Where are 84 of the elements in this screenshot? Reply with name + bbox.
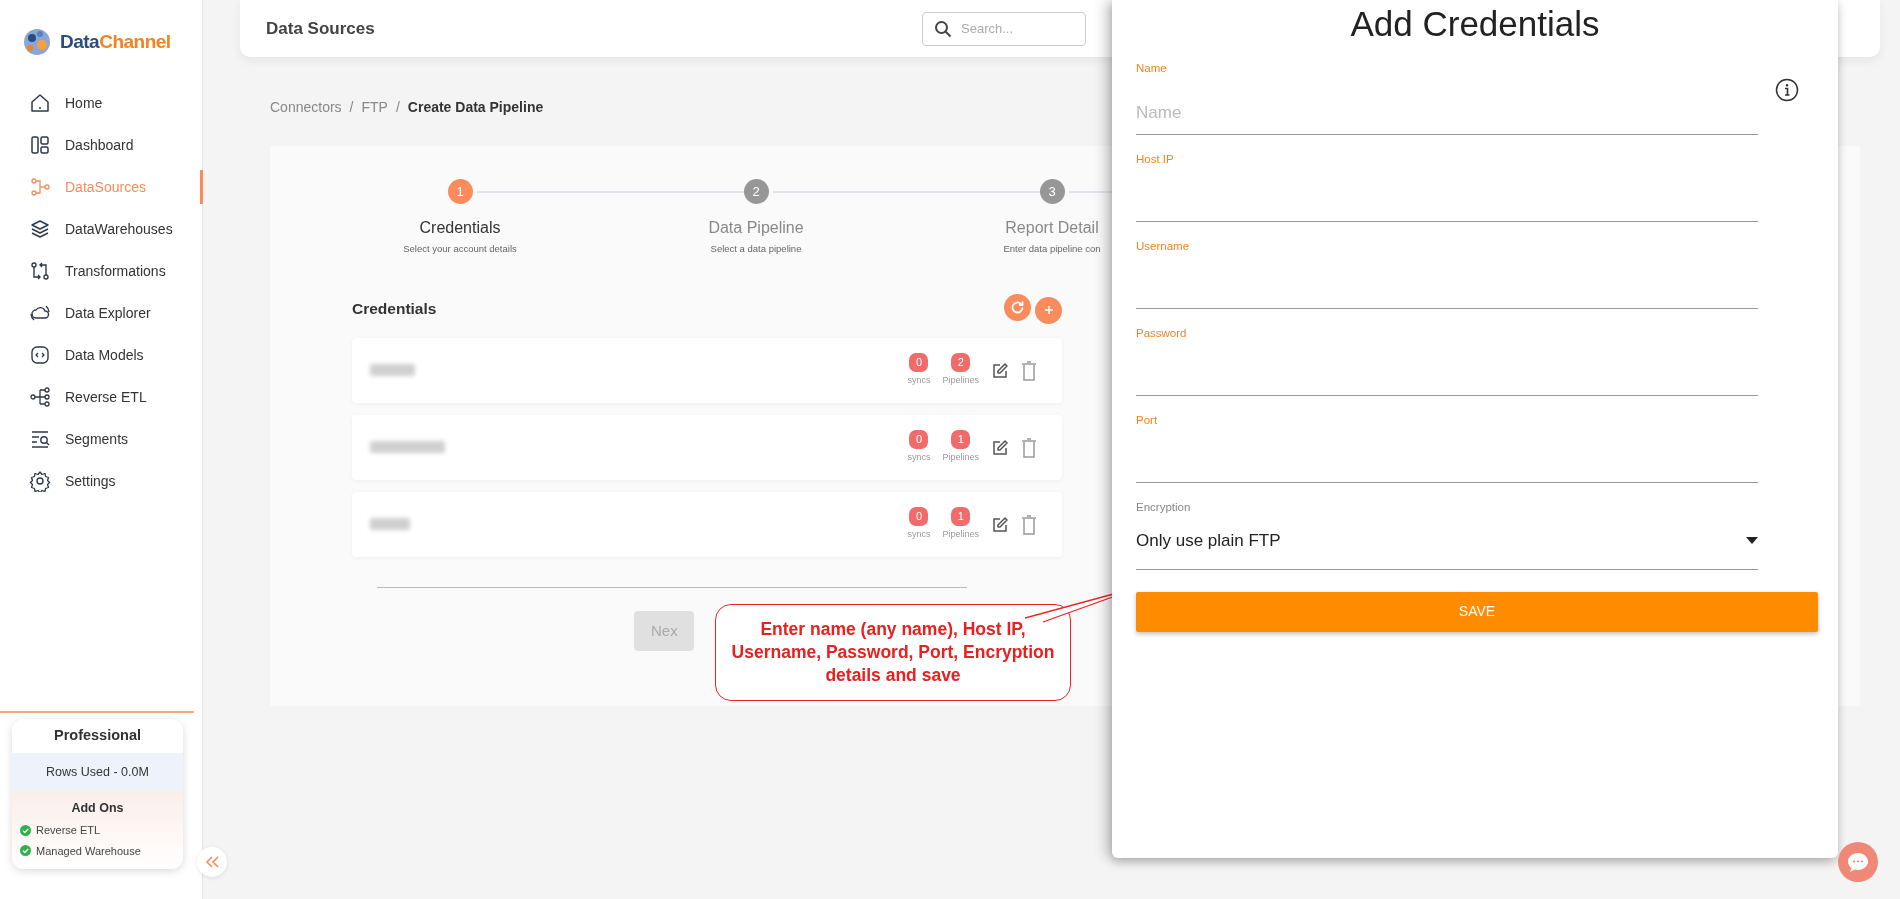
code-icon	[29, 344, 51, 366]
delete-button[interactable]	[1021, 512, 1037, 537]
chat-button[interactable]	[1838, 842, 1878, 882]
pipelines-label: Pipelines	[942, 451, 979, 464]
search-field[interactable]: Search...	[922, 11, 1086, 46]
double-chevron-left-icon	[204, 855, 220, 869]
dashboard-icon	[29, 134, 51, 156]
select-field[interactable]: Encryption Only use plain FTP	[1136, 482, 1758, 570]
collapse-button[interactable]	[197, 847, 227, 877]
redacted-name	[370, 518, 410, 531]
drawer-title: Add Credentials	[1349, 3, 1601, 45]
pipelines-label: Pipelines	[942, 528, 979, 541]
pipelines-count: 1	[951, 507, 971, 526]
section-title: Credentials	[352, 299, 437, 320]
step-subtitle: Enter data pipeline con	[1003, 242, 1101, 256]
chat-bubble-icon	[1846, 851, 1870, 873]
field-label: Name	[1136, 60, 1168, 76]
refresh-icon	[1010, 300, 1025, 316]
logo-text: DataChannel	[60, 29, 171, 54]
pipelines-label: Pipelines	[942, 374, 979, 387]
sidebar-item[interactable]: Transformations	[0, 250, 202, 292]
delete-button[interactable]	[1021, 435, 1037, 460]
dropdown-caret-icon	[1746, 537, 1758, 545]
swap-icon	[29, 260, 51, 282]
syncs-label: syncs	[907, 451, 931, 464]
field-label: Host IP	[1136, 151, 1175, 167]
step-subtitle: Select a data pipeline	[710, 242, 802, 256]
info-icon	[1775, 78, 1799, 102]
redacted-name	[370, 364, 415, 377]
sidebar-item[interactable]: Segments	[0, 418, 202, 460]
sidebar-item[interactable]: DataWarehouses	[0, 208, 202, 250]
field-label: Encryption	[1136, 499, 1192, 515]
syncs-label: syncs	[907, 528, 931, 541]
addon-label: Reverse ETL	[36, 823, 101, 838]
branch-icon	[29, 176, 51, 198]
pipelines-count: 1	[951, 430, 971, 449]
settings-icon	[29, 470, 51, 492]
add-button[interactable]	[1035, 296, 1062, 324]
sidebar-item[interactable]: Dashboard	[0, 124, 202, 166]
step-number: 1	[447, 179, 473, 204]
step-title: Credentials	[419, 218, 501, 238]
addons-title: Add Ons	[70, 800, 125, 818]
trash-icon	[1021, 438, 1037, 458]
callout-note: Enter name (any name), Host IP, Username, Password, Port, Encryption details and save	[715, 604, 1071, 701]
field-label: Password	[1136, 325, 1188, 341]
page-title: Data Sources	[266, 17, 376, 40]
step-title: Data Pipeline	[708, 218, 804, 238]
sidebar-item[interactable]: Settings	[0, 460, 202, 502]
breadcrumb-separator: /	[395, 98, 400, 117]
field-label: Port	[1136, 412, 1159, 428]
breadcrumb-separator: /	[349, 98, 354, 117]
tree-icon	[29, 386, 51, 408]
sidebar-item[interactable]: Data Models	[0, 334, 202, 376]
step-number: 2	[743, 179, 769, 204]
step-number: 3	[1039, 179, 1065, 204]
trash-icon	[1021, 361, 1037, 381]
trash-icon	[1021, 515, 1037, 535]
syncs-count: 0	[909, 353, 929, 372]
edit-icon	[991, 439, 1009, 457]
search-icon	[934, 19, 952, 38]
layers-icon	[29, 218, 51, 240]
rows-used-text: Rows Used - 0.0M	[12, 752, 183, 792]
select-value: Only use plain FTP	[1136, 530, 1281, 552]
step-title: Report Detail	[1005, 218, 1099, 238]
plus-icon	[1043, 305, 1054, 316]
step-subtitle: Select your account details	[403, 242, 517, 256]
plan-name: Professional	[12, 718, 183, 753]
input-field[interactable]: Name	[1136, 92, 1758, 135]
syncs-count: 0	[909, 507, 929, 526]
addon-label: Managed Warehouse	[36, 843, 141, 859]
list-search-icon	[29, 428, 51, 450]
edit-icon	[991, 362, 1009, 380]
syncs-count: 0	[909, 430, 929, 449]
breadcrumb-link[interactable]: Create Data Pipeline	[407, 97, 544, 118]
delete-button[interactable]	[1021, 358, 1037, 383]
sidebar-item[interactable]: Data Explorer	[0, 292, 202, 334]
field-label: Username	[1136, 238, 1191, 254]
pipelines-count: 2	[951, 353, 971, 372]
syncs-label: syncs	[907, 374, 931, 387]
edit-icon	[991, 516, 1009, 534]
sidebar-item[interactable]: Reverse ETL	[0, 376, 202, 418]
home-icon	[29, 92, 51, 114]
sidebar-item[interactable]: Home	[0, 82, 202, 124]
refresh-button[interactable]	[1004, 294, 1031, 322]
